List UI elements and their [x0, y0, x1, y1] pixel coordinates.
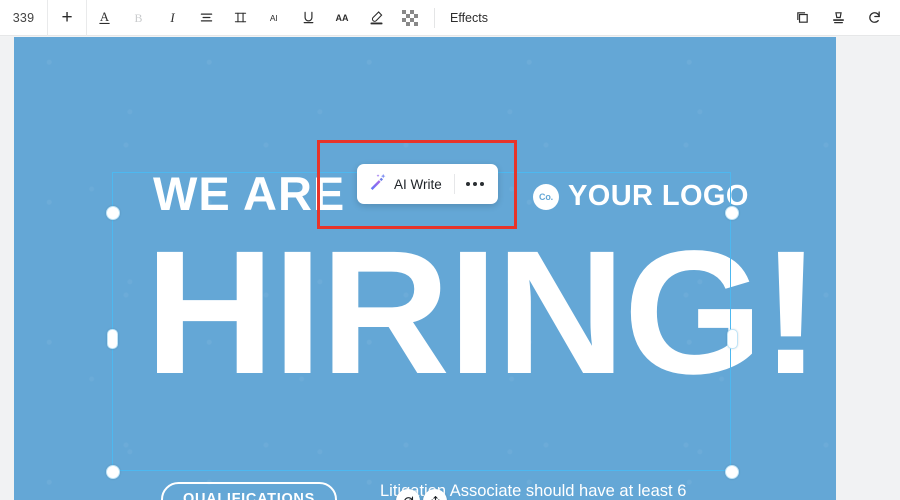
- ai-write-label: AI Write: [394, 176, 442, 192]
- effects-label: Effects: [450, 10, 488, 25]
- svg-text:Al: Al: [269, 13, 277, 23]
- zoom-in-button[interactable]: +: [48, 0, 87, 36]
- text-case-icon[interactable]: AA: [325, 0, 359, 36]
- toolbar-right-group: [784, 0, 900, 36]
- italic-icon[interactable]: I: [155, 0, 189, 36]
- dot-icon: [479, 182, 484, 186]
- logo-group[interactable]: Co. YOUR LOGO: [533, 182, 749, 211]
- resize-handle-top-left[interactable]: [106, 206, 120, 220]
- align-icon[interactable]: [189, 0, 223, 36]
- svg-text:AA: AA: [336, 13, 349, 23]
- transparency-icon[interactable]: [393, 0, 427, 36]
- poster-artboard[interactable]: WE ARE Co. YOUR LOGO HIRING! QUALIFICATI…: [14, 37, 836, 500]
- zoom-level-value: 339: [12, 10, 35, 25]
- dot-icon: [472, 182, 477, 186]
- ai-popup-divider: [453, 174, 455, 194]
- ai-write-popup[interactable]: AI Write: [357, 164, 498, 204]
- letter-spacing-icon[interactable]: Al: [257, 0, 291, 36]
- top-toolbar: 339 + A B I Al AA Effects: [0, 0, 900, 36]
- dot-icon: [465, 182, 470, 186]
- redo-icon[interactable]: [856, 0, 892, 36]
- magic-wand-icon: [368, 172, 387, 196]
- canvas-right-margin: [836, 37, 900, 500]
- resize-handle-middle-left[interactable]: [107, 329, 118, 349]
- resize-handle-top-right[interactable]: [725, 206, 739, 220]
- svg-text:I: I: [169, 11, 175, 25]
- resize-handle-bottom-right[interactable]: [725, 465, 739, 479]
- ai-more-options-button[interactable]: [464, 182, 494, 186]
- editor-window: 339 + A B I Al AA Effects WE ARE Co. YOU…: [0, 0, 900, 500]
- zoom-level-input[interactable]: 339: [0, 0, 48, 36]
- underline-icon[interactable]: [291, 0, 325, 36]
- svg-text:B: B: [134, 11, 142, 25]
- text-tool-group: A B I Al AA: [87, 0, 427, 36]
- zoom-in-label: +: [61, 6, 73, 28]
- effects-button[interactable]: Effects: [442, 0, 496, 36]
- logo-mark-icon: Co.: [533, 183, 559, 210]
- line-height-icon[interactable]: [223, 0, 257, 36]
- resize-handle-bottom-left[interactable]: [106, 465, 120, 479]
- logo-text: YOUR LOGO: [568, 180, 749, 212]
- toolbar-divider: [434, 7, 435, 28]
- text-color-icon[interactable]: [359, 0, 393, 36]
- headline-large[interactable]: HIRING!: [145, 225, 821, 401]
- canvas-area[interactable]: WE ARE Co. YOUR LOGO HIRING! QUALIFICATI…: [0, 37, 900, 500]
- stamp-icon[interactable]: [820, 0, 856, 36]
- font-icon[interactable]: A: [87, 0, 121, 36]
- duplicate-icon[interactable]: [784, 0, 820, 36]
- bold-icon[interactable]: B: [121, 0, 155, 36]
- resize-handle-middle-right[interactable]: [727, 329, 738, 349]
- qualifications-badge[interactable]: QUALIFICATIONS: [161, 482, 337, 500]
- headline-small[interactable]: WE ARE: [153, 170, 345, 217]
- svg-text:A: A: [99, 10, 109, 24]
